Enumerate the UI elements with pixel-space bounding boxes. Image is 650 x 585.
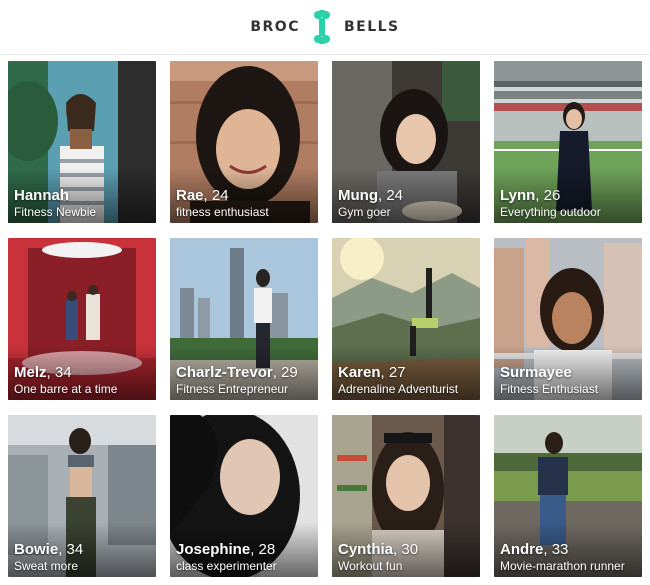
profile-age: 30 [401,541,419,558]
brand-right-word: BELLS [343,19,400,35]
profile-age: 24 [211,187,229,204]
profile-age: 34 [66,541,84,558]
profile-name: Mung [338,187,378,204]
profile-name: Andre [500,541,544,558]
profile-tagline: Movie-marathon runner [500,559,625,573]
profile-name: Charlz-Trevor [176,364,273,381]
name-line: Melz, 34 [14,364,72,381]
name-line: Karen, 27 [338,364,406,381]
profile-card-josephine[interactable]: Josephine, 28 class experimenter [170,415,318,577]
profile-caption: Hannah Fitness Newbie [14,187,152,219]
profile-name: Lynn [500,187,536,204]
profile-tagline: fitness enthusiast [176,205,269,219]
profile-name: Bowie [14,541,59,558]
profile-tagline: One barre at a time [14,382,118,396]
profile-caption: Melz, 34 One barre at a time [14,364,152,396]
profile-name: Surmayee [500,364,572,381]
app-header: BROC BELLS [0,0,650,55]
profile-caption: Charlz-Trevor, 29 Fitness Entrepreneur [176,364,314,396]
profile-card-rae[interactable]: Rae, 24 fitness enthusiast [170,61,318,223]
profile-tagline: Sweat more [14,559,79,573]
profile-tagline: Everything outdoor [500,205,601,219]
profile-tagline: Workout fun [338,559,403,573]
brand-left-word: BROC [250,19,300,35]
profile-caption: Andre, 33 Movie-marathon runner [500,541,638,573]
profile-name: Melz [14,364,47,381]
profile-card-mung[interactable]: Mung, 24 Gym goer [332,61,480,223]
profile-caption: Lynn, 26 Everything outdoor [500,187,638,219]
name-line: Bowie, 34 [14,541,84,558]
profile-caption: Josephine, 28 class experimenter [176,541,314,573]
profile-caption: Bowie, 34 Sweat more [14,541,152,573]
name-line: Cynthia, 30 [338,541,419,558]
name-line: Surmayee [500,364,638,382]
profile-age: 24 [386,187,404,204]
name-line: Andre, 33 [500,541,569,558]
name-line: Mung, 24 [338,187,404,204]
profile-caption: Cynthia, 30 Workout fun [338,541,476,573]
profile-name: Hannah [14,187,70,204]
profile-caption: Karen, 27 Adrenaline Adventurist [338,364,476,396]
name-line: Rae, 24 [176,187,229,204]
profile-age: 26 [543,187,561,204]
profile-caption: Mung, 24 Gym goer [338,187,476,219]
profile-tagline: Fitness Newbie [14,205,97,219]
profile-name: Cynthia [338,541,394,558]
profile-card-bowie[interactable]: Bowie, 34 Sweat more [8,415,156,577]
profile-card-andre[interactable]: Andre, 33 Movie-marathon runner [494,415,642,577]
profile-caption: Surmayee Fitness Enthusiast [500,364,638,396]
profile-name: Rae [176,187,204,204]
profile-age: 29 [281,364,298,381]
profile-tagline: Adrenaline Adventurist [338,382,459,396]
name-line: Hannah [14,187,152,205]
profile-card-cynthia[interactable]: Cynthia, 30 Workout fun [332,415,480,577]
name-line: Josephine, 28 [176,541,276,558]
profile-name: Josephine [176,541,251,558]
broccoli-dumbbell-icon[interactable] [312,10,332,44]
profile-card-karen[interactable]: Karen, 27 Adrenaline Adventurist [332,238,480,400]
profile-age: 27 [388,364,406,381]
profile-age: 33 [551,541,569,558]
profile-age: 34 [54,364,72,381]
profile-card-lynn[interactable]: Lynn, 26 Everything outdoor [494,61,642,223]
profile-card-surmayee[interactable]: Surmayee Fitness Enthusiast [494,238,642,400]
profile-tagline: Gym goer [338,205,391,219]
name-line: Charlz-Trevor, 29 [176,364,298,381]
profile-card-hannah[interactable]: Hannah Fitness Newbie [8,61,156,223]
profile-name: Karen [338,364,381,381]
profile-age: 28 [258,541,276,558]
profile-tagline: Fitness Enthusiast [500,382,599,396]
profile-caption: Rae, 24 fitness enthusiast [176,187,314,219]
profile-tagline: class experimenter [176,559,277,573]
name-line: Lynn, 26 [500,187,561,204]
profile-tagline: Fitness Entrepreneur [176,382,289,396]
profile-card-charlz-trevor[interactable]: Charlz-Trevor, 29 Fitness Entrepreneur [170,238,318,400]
profile-card-melz[interactable]: Melz, 34 One barre at a time [8,238,156,400]
